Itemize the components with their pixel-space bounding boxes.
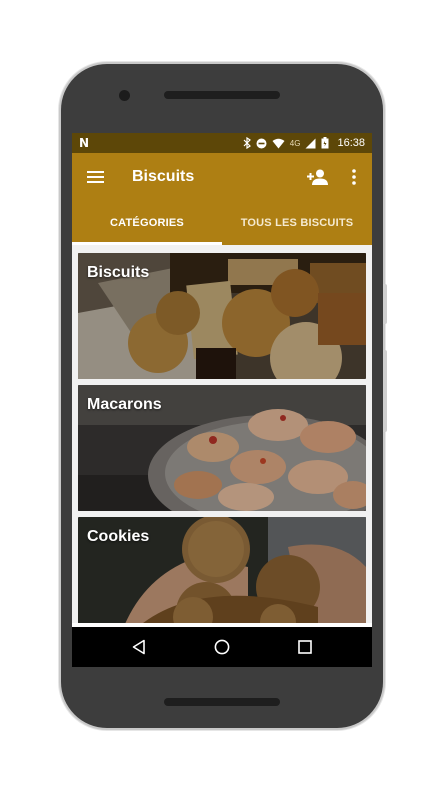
battery-icon (321, 137, 329, 149)
do-not-disturb-icon (256, 138, 267, 149)
tab-categories[interactable]: CATÉGORIES (72, 201, 222, 245)
status-bar: N 4G 16:38 (72, 133, 372, 153)
clock: 16:38 (337, 137, 365, 149)
category-card-biscuits[interactable]: Biscuits (78, 253, 366, 379)
category-label-macarons: Macarons (87, 396, 162, 413)
menu-icon[interactable] (72, 153, 120, 201)
signal-icon (305, 138, 316, 149)
home-icon[interactable] (202, 627, 242, 667)
notification-n-icon: N (79, 136, 90, 150)
wifi-icon (272, 138, 285, 149)
category-label-cookies: Cookies (87, 528, 150, 545)
back-icon[interactable] (119, 627, 159, 667)
network-type-label: 4G (289, 138, 301, 148)
category-list: Biscuits Macarons Cookies (72, 245, 372, 623)
tab-bar: CATÉGORIES TOUS LES BISCUITS (72, 201, 372, 245)
volume-button (383, 350, 387, 432)
recents-icon[interactable] (285, 627, 325, 667)
bottom-speaker (164, 698, 280, 706)
power-button (383, 284, 387, 324)
category-card-macarons[interactable]: Macarons (78, 385, 366, 511)
tab-all-biscuits[interactable]: TOUS LES BISCUITS (222, 201, 372, 245)
add-person-icon[interactable] (300, 153, 336, 201)
category-card-cookies[interactable]: Cookies (78, 517, 366, 623)
category-label-biscuits: Biscuits (87, 264, 150, 281)
system-nav-bar (72, 627, 372, 667)
app-bar: Biscuits (72, 153, 372, 201)
earpiece-speaker (164, 91, 280, 99)
screen: N 4G 16:38 Biscuits CATÉGORIES TOUS LES … (72, 133, 372, 667)
more-vert-icon[interactable] (336, 153, 372, 201)
page-title: Biscuits (132, 168, 195, 185)
front-camera (119, 90, 130, 101)
bluetooth-icon (243, 137, 251, 149)
